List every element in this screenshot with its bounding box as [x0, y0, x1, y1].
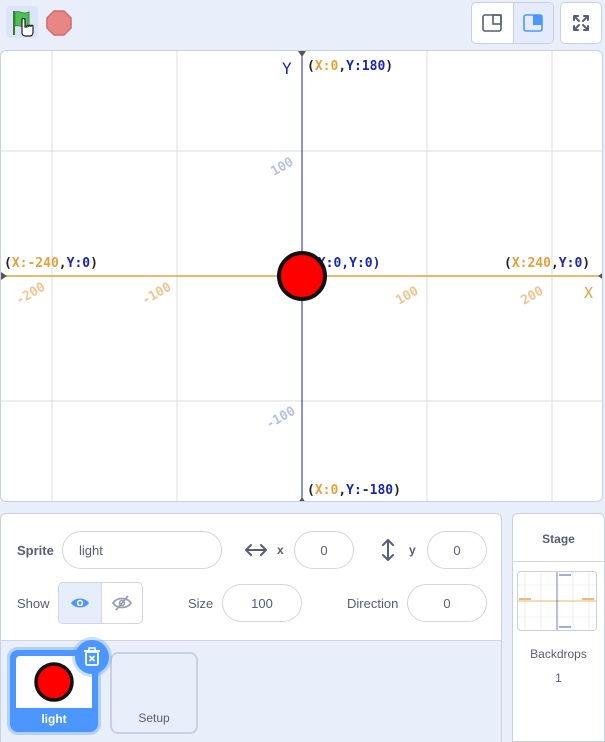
- top-coord-label: (X:0,Y:180): [307, 59, 393, 74]
- backdrops-count: 1: [555, 671, 562, 685]
- direction-label: Direction: [347, 596, 399, 611]
- show-sprite-button[interactable]: [59, 583, 101, 623]
- xy-grid-thumbnail: [518, 572, 596, 630]
- sprite-tile-setup[interactable]: Setup: [110, 652, 198, 734]
- show-label: Show: [17, 596, 50, 611]
- x-axis-label: X: [584, 284, 593, 302]
- sprite-label: Sprite: [17, 543, 54, 558]
- sprite-light[interactable]: [277, 251, 327, 301]
- left-coord-label: (X:-240,Y:0): [4, 256, 98, 271]
- green-flag-icon: [13, 11, 34, 37]
- xy-grid-backdrop: Y X (X:0,Y:180) (X:0,Y:-180) (X:-240,Y:0…: [1, 51, 602, 501]
- sprite-tile-name: Setup: [138, 711, 170, 725]
- size-label: Size: [188, 596, 214, 611]
- horizontal-arrows-icon: [245, 544, 267, 556]
- stop-button[interactable]: [44, 8, 74, 38]
- eye-slash-icon: [111, 595, 132, 611]
- y-position-input[interactable]: 0: [427, 531, 487, 569]
- divider: [513, 561, 604, 562]
- size-input[interactable]: 100: [222, 584, 302, 622]
- fullscreen-icon: [573, 15, 589, 31]
- stage-size-toggle: [471, 2, 554, 44]
- sprite-name-input[interactable]: light: [62, 531, 222, 569]
- y-axis-label: Y: [282, 59, 292, 78]
- sprite-tile-name: light: [41, 712, 67, 726]
- red-circle-costume: [34, 662, 74, 702]
- right-coord-label: (X:240,Y:0): [504, 256, 590, 271]
- y-tick-label: -100: [264, 404, 299, 433]
- green-flag-button[interactable]: [6, 6, 38, 38]
- small-stage-icon: [482, 14, 503, 32]
- y-tick-label: 100: [269, 155, 297, 180]
- sprite-info-panel: Sprite light x 0 y 0 Show Size 100 Direc…: [0, 513, 502, 742]
- fullscreen-button[interactable]: [560, 2, 602, 44]
- x-tick-label: 200: [519, 284, 547, 309]
- vertical-arrows-icon: [382, 539, 394, 561]
- delete-sprite-button[interactable]: [75, 640, 109, 674]
- sprite-properties: Sprite light x 0 y 0 Show Size 100 Direc…: [1, 514, 501, 640]
- x-tick-label: 100: [394, 284, 422, 309]
- y-label: y: [409, 543, 416, 557]
- backdrop-thumbnail: [517, 571, 597, 631]
- hide-sprite-button[interactable]: [100, 583, 143, 623]
- x-tick-label: -100: [140, 280, 175, 309]
- stage-toolbar: [0, 0, 605, 46]
- stage-selector[interactable]: Stage Backdrops 1: [512, 513, 605, 742]
- small-stage-button[interactable]: [472, 3, 513, 43]
- bottom-coord-label: (X:0,Y:-180): [307, 483, 401, 498]
- visibility-toggle: [58, 582, 143, 624]
- normal-stage-button[interactable]: [512, 3, 553, 43]
- trash-icon: [84, 647, 100, 666]
- normal-stage-icon: [523, 14, 544, 32]
- x-tick-label: -200: [14, 280, 49, 309]
- stage-canvas[interactable]: Y X (X:0,Y:180) (X:0,Y:-180) (X:-240,Y:0…: [0, 50, 603, 502]
- x-label: x: [277, 543, 284, 557]
- x-position-input[interactable]: 0: [294, 531, 354, 569]
- direction-input[interactable]: 0: [407, 584, 487, 622]
- eye-icon: [70, 598, 89, 608]
- backdrops-label: Backdrops: [530, 647, 587, 661]
- stage-title: Stage: [542, 532, 575, 546]
- stop-sign-icon: [46, 10, 72, 36]
